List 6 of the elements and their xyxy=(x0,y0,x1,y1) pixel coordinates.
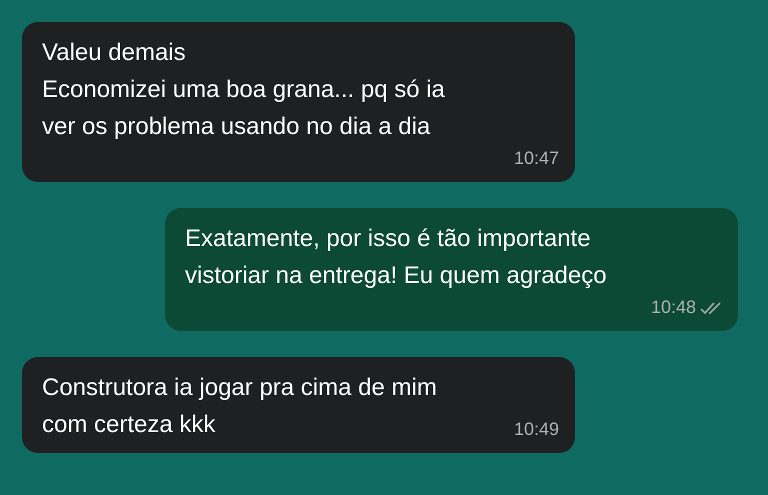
message-text: Valeu demais Economizei uma boa grana... pq só ia ver os problema usando no dia a dia xyxy=(42,38,446,142)
message-text: Construtora ia jogar pra cima de mim com certeza kkk xyxy=(42,373,437,440)
message-time: 10:47 xyxy=(514,147,559,170)
message-time: 10:48 xyxy=(650,296,696,319)
message-time: 10:49 xyxy=(514,418,559,441)
message-text: Exatamente, por isso é tão importante vistoriar na entrega! Eu quem agradeço xyxy=(185,224,608,291)
